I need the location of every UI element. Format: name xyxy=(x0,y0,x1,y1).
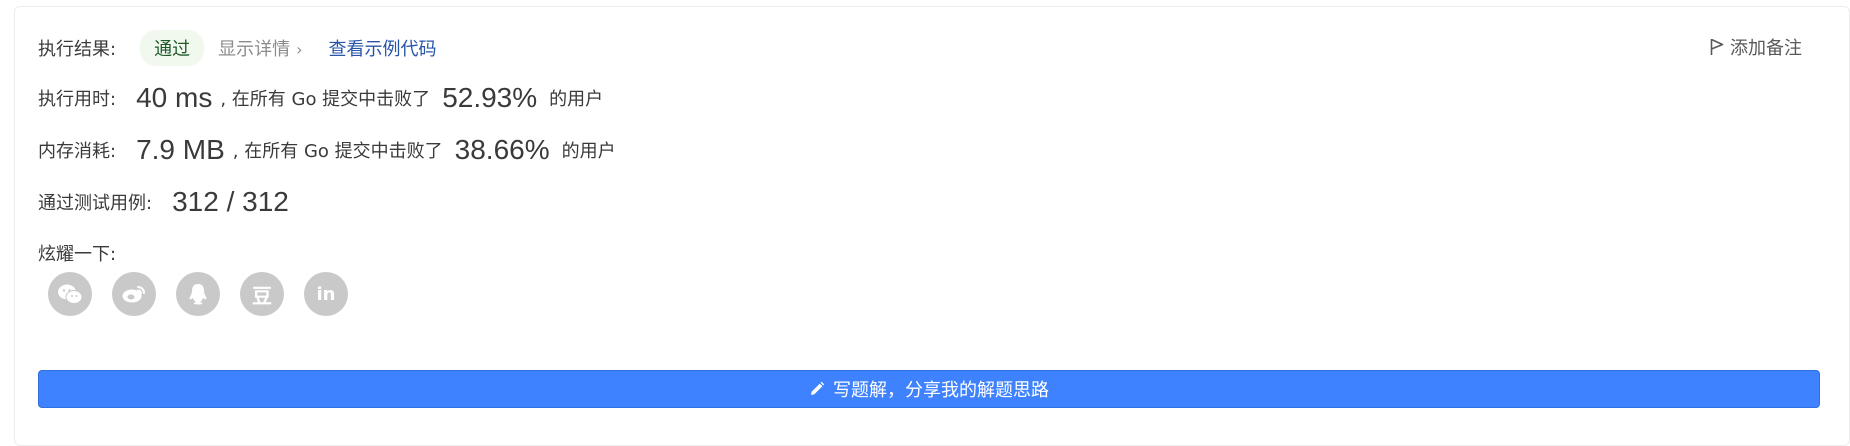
wechat-icon[interactable] xyxy=(48,272,92,316)
testcases-label: 通过测试用例: xyxy=(38,193,153,214)
memory-row: 内存消耗: 7.9 MB , 在所有 Go 提交中击败了 38.66% 的用户 xyxy=(38,134,616,166)
runtime-row: 执行用时: 40 ms , 在所有 Go 提交中击败了 52.93% 的用户 xyxy=(38,82,603,114)
memory-suffix: 的用户 xyxy=(561,141,616,162)
runtime-suffix: 的用户 xyxy=(549,89,604,110)
memory-beat-text: , 在所有 Go 提交中击败了 xyxy=(232,141,443,162)
weibo-icon[interactable] xyxy=(112,272,156,316)
pencil-icon xyxy=(811,381,825,395)
result-row: 执行结果: 通过 显示详情 › 查看示例代码 xyxy=(38,30,436,66)
add-note-label: 添加备注 xyxy=(1730,38,1802,59)
runtime-value: 40 ms xyxy=(136,82,213,113)
qq-icon[interactable] xyxy=(176,272,220,316)
memory-label: 内存消耗: xyxy=(38,141,117,162)
runtime-percent: 52.93% xyxy=(442,82,538,113)
write-solution-button[interactable]: 写题解，分享我的解题思路 xyxy=(38,370,1820,408)
share-icons: 豆 in xyxy=(48,272,368,316)
flag-icon xyxy=(1710,38,1724,55)
result-label: 执行结果: xyxy=(38,39,117,60)
write-solution-label: 写题解，分享我的解题思路 xyxy=(833,380,1049,401)
linkedin-icon[interactable]: in xyxy=(304,272,348,316)
show-details-label: 显示详情 xyxy=(218,39,291,60)
chevron-right-icon: › xyxy=(296,40,303,59)
douban-icon[interactable]: 豆 xyxy=(240,272,284,316)
memory-percent: 38.66% xyxy=(454,134,550,165)
share-label: 炫耀一下: xyxy=(38,244,117,265)
testcases-row: 通过测试用例: 312 / 312 xyxy=(38,186,289,218)
add-note-button[interactable]: 添加备注 xyxy=(1710,34,1802,60)
memory-value: 7.9 MB xyxy=(136,134,225,165)
view-sample-code-link[interactable]: 查看示例代码 xyxy=(328,35,436,61)
runtime-label: 执行用时: xyxy=(38,89,117,110)
testcases-value: 312 / 312 xyxy=(172,186,289,217)
runtime-beat-text: , 在所有 Go 提交中击败了 xyxy=(220,89,431,110)
share-row-label: 炫耀一下: xyxy=(38,240,116,266)
status-badge: 通过 xyxy=(140,30,205,66)
show-details-link[interactable]: 显示详情 › xyxy=(218,35,302,61)
